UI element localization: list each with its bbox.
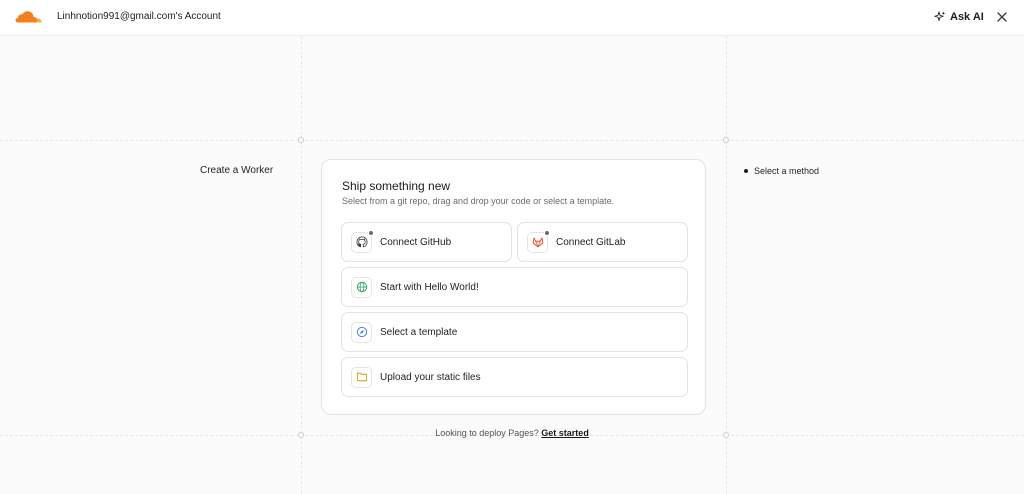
gitlab-icon <box>532 237 543 248</box>
compass-icon <box>356 326 367 338</box>
globe-icon <box>356 281 367 293</box>
guide-line <box>301 36 302 494</box>
pages-note-text: Looking to deploy Pages? <box>435 428 539 438</box>
hello-world-button[interactable]: Start with Hello World! <box>341 267 688 307</box>
github-icon <box>356 236 367 248</box>
folder-icon-box <box>351 366 372 388</box>
option-label: Upload your static files <box>380 371 481 383</box>
step-label: Select a method <box>754 166 820 176</box>
status-dot <box>544 229 550 236</box>
ship-card: Ship something new Select from a git rep… <box>321 159 706 415</box>
ask-ai-button[interactable]: Ask AI <box>934 8 984 26</box>
top-bar: Linhnotion991@gmail.com's Account Ask AI <box>0 0 1024 36</box>
guide-line <box>726 36 727 494</box>
connect-gitlab-button[interactable]: Connect GitLab <box>517 222 688 262</box>
step-dot <box>744 169 748 173</box>
github-icon-box <box>351 229 374 253</box>
close-icon[interactable] <box>996 11 1008 23</box>
ask-ai-label: Ask AI <box>950 11 984 23</box>
guide-node <box>298 137 304 143</box>
compass-icon-box <box>351 321 372 343</box>
upload-files-button[interactable]: Upload your static files <box>341 357 688 397</box>
cloudflare-logo[interactable] <box>15 10 42 24</box>
option-label: Start with Hello World! <box>380 281 479 293</box>
account-name: Linhnotion991@gmail.com's Account <box>57 11 221 22</box>
page-title: Create a Worker <box>200 165 274 176</box>
card-subtitle: Select from a git repo, drag and drop yo… <box>342 196 615 206</box>
step-indicator: Select a method <box>744 166 819 176</box>
globe-icon-box <box>351 276 372 298</box>
select-template-button[interactable]: Select a template <box>341 312 688 352</box>
gitlab-icon-box <box>527 229 550 253</box>
option-label: Connect GitLab <box>556 236 626 248</box>
guide-node <box>723 137 729 143</box>
status-dot <box>368 229 374 236</box>
option-label: Select a template <box>380 326 458 338</box>
connect-github-button[interactable]: Connect GitHub <box>341 222 512 262</box>
folder-icon <box>356 372 367 382</box>
option-label: Connect GitHub <box>380 236 452 248</box>
guide-line <box>0 140 1024 141</box>
card-title: Ship something new <box>342 179 451 193</box>
pages-note: Looking to deploy Pages? Get started <box>0 428 1024 438</box>
get-started-link[interactable]: Get started <box>541 428 589 438</box>
sparkle-icon <box>934 11 946 21</box>
